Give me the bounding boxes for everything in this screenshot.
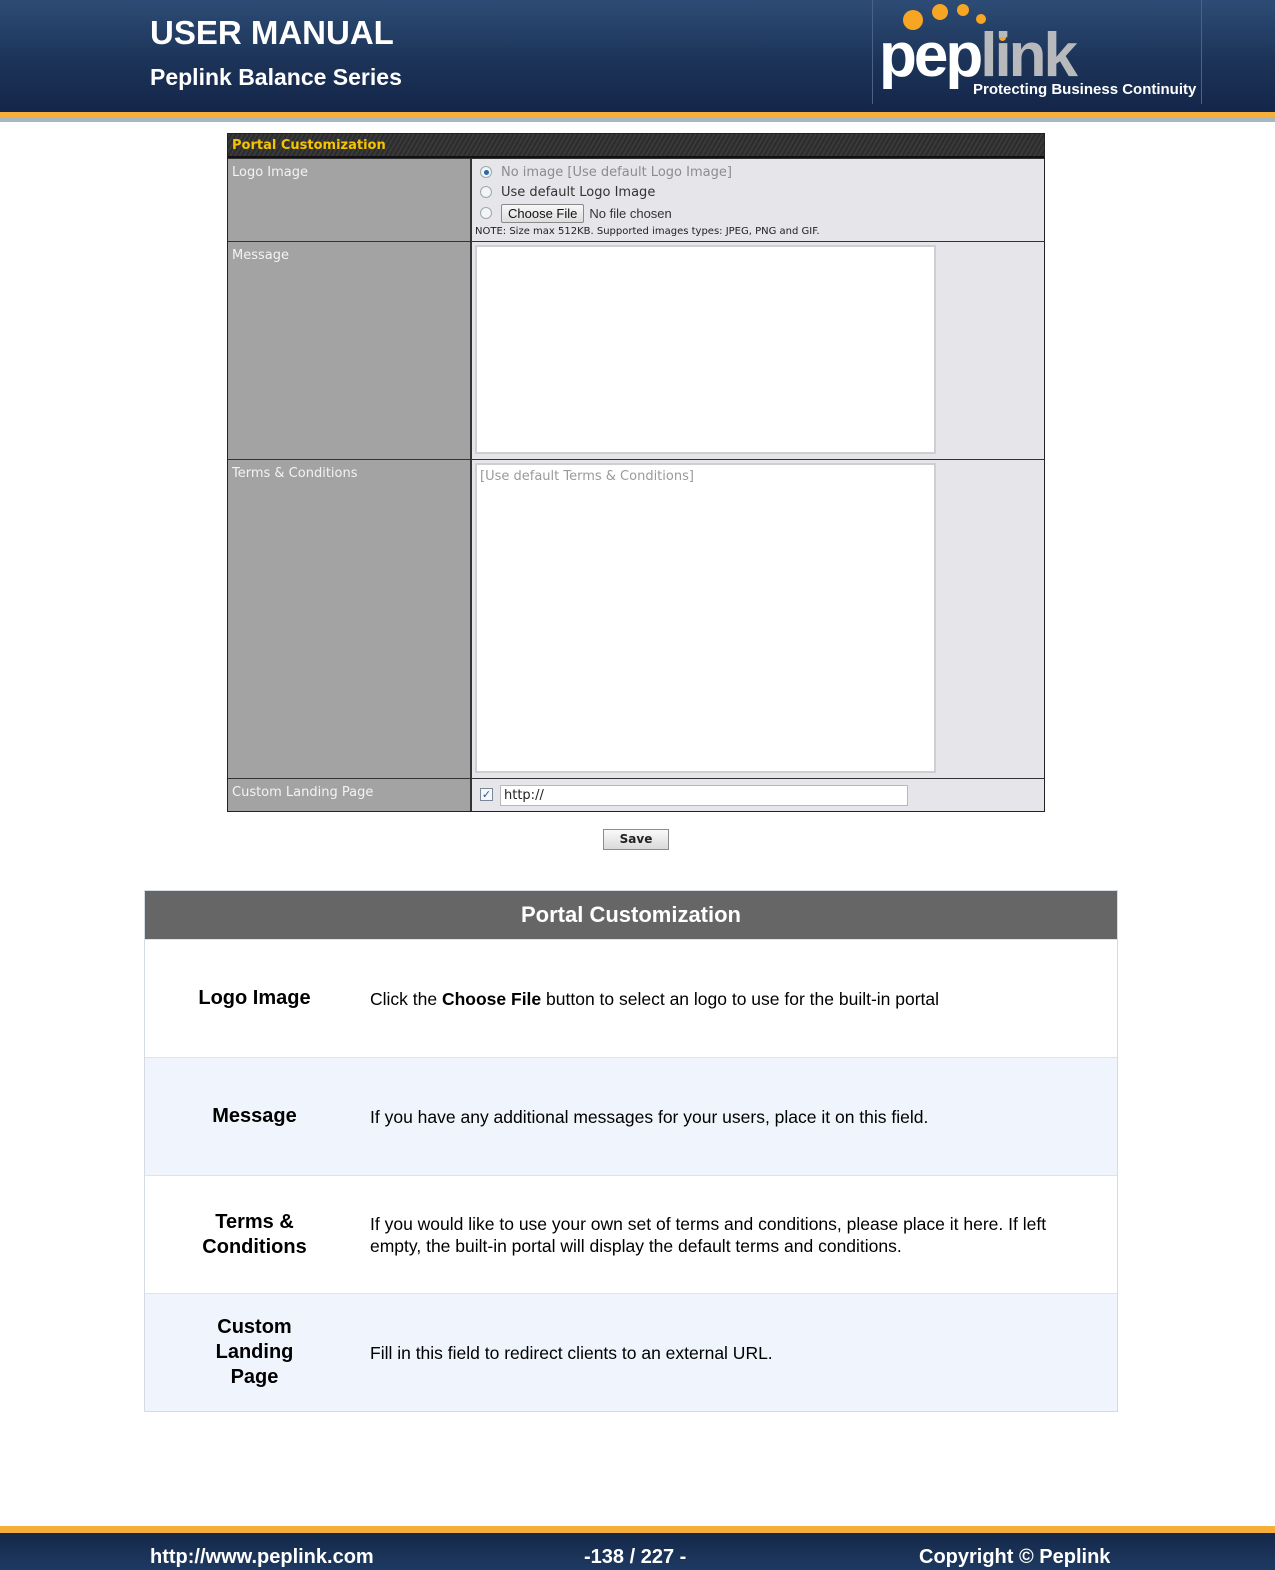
page-footer: http://www.peplink.com -138 / 227 - Copy… <box>0 1533 1275 1570</box>
landing-cell: ✓ http:// <box>472 779 1044 811</box>
radio-button-icon[interactable] <box>480 166 492 178</box>
portal-customization-panel: Portal Customization Logo Image No image… <box>227 133 1045 812</box>
footer-url[interactable]: http://www.peplink.com <box>150 1546 374 1569</box>
logo-image-options: No image [Use default Logo Image] Use de… <box>472 159 1044 241</box>
row-name-line: Terms & <box>215 1210 294 1233</box>
logo-image-label: Logo Image <box>228 159 472 241</box>
upload-note: NOTE: Size max 512KB. Supported images t… <box>475 226 820 237</box>
radio-upload-logo[interactable]: Choose File No file chosen <box>472 202 1044 224</box>
row-description: If you would like to use your own set of… <box>370 1213 1047 1256</box>
radio-button-icon[interactable] <box>480 186 492 198</box>
terms-cell: [Use default Terms & Conditions] <box>472 460 1044 778</box>
table-row: Logo Image Click the Choose File button … <box>145 939 1117 1057</box>
row-name: Custom Landing Page <box>145 1315 364 1390</box>
landing-row: Custom Landing Page ✓ http:// <box>228 778 1044 811</box>
message-textarea[interactable] <box>475 245 936 454</box>
radio-label: Use default Logo Image <box>501 184 656 200</box>
radio-default-logo[interactable]: Use default Logo Image <box>472 182 1044 202</box>
footer-copyright: Copyright © Peplink <box>919 1546 1111 1568</box>
header-divider-gray <box>0 118 1275 122</box>
text-segment: Click the <box>370 988 442 1009</box>
save-button[interactable]: Save <box>603 829 669 850</box>
row-name-line: Custom <box>217 1316 292 1338</box>
choose-file-button[interactable]: Choose File <box>501 203 585 223</box>
radio-label: No image [Use default Logo Image] <box>501 164 732 180</box>
logo-link-text: link <box>980 21 1078 90</box>
table-row: Custom Landing Page Fill in this field to … <box>145 1293 1117 1411</box>
manual-subtitle: Peplink Balance Series <box>150 64 402 90</box>
message-label: Message <box>228 242 472 459</box>
text-bold-segment: Choose File <box>441 988 542 1009</box>
message-row: Message <box>228 241 1044 459</box>
row-description: If you have any additional messages for … <box>370 1106 929 1127</box>
row-name: Message <box>212 1105 297 1127</box>
logo-pep-text: pep <box>879 21 983 90</box>
radio-no-image[interactable]: No image [Use default Logo Image] <box>472 162 1044 182</box>
logo-image-row: Logo Image No image [Use default Logo Im… <box>228 158 1044 241</box>
footer-divider-orange <box>0 1526 1275 1533</box>
description-table-title: Portal Customization <box>145 891 1117 939</box>
logo-dot-icon <box>957 4 969 16</box>
table-row: Message If you have any additional messa… <box>145 1057 1117 1175</box>
panel-title: Portal Customization <box>228 134 1044 158</box>
manual-title: USER MANUAL <box>150 14 394 51</box>
description-table: Portal Customization Logo Image Click th… <box>144 890 1118 1412</box>
row-name: Terms & Conditions <box>145 1210 364 1260</box>
message-cell <box>472 242 1044 459</box>
logo-tagline: Protecting Business Continuity <box>973 81 1197 98</box>
row-description: Click the Choose File button to select a… <box>364 988 1117 1010</box>
table-row: Terms & Conditions If you would like to u… <box>145 1175 1117 1293</box>
page-number: -138 / 227 - <box>584 1546 687 1568</box>
terms-row: Terms & Conditions [Use default Terms & … <box>228 459 1044 778</box>
peplink-logo: peplink Protecting Business Continuity <box>872 0 1202 104</box>
page-header: USER MANUAL Peplink Balance Series pepli… <box>0 0 1275 112</box>
terms-textarea[interactable]: [Use default Terms & Conditions] <box>475 463 936 773</box>
file-status: No file chosen <box>589 205 672 221</box>
logo-dot-icon <box>932 4 948 20</box>
row-name-line: Conditions <box>202 1235 307 1258</box>
row-description: Fill in this field to redirect clients t… <box>370 1342 773 1363</box>
row-name-line: Page <box>230 1366 279 1388</box>
text-segment: button to select an logo to use for the … <box>541 988 940 1009</box>
radio-button-icon[interactable] <box>480 207 492 219</box>
landing-checkbox[interactable]: ✓ <box>480 788 493 801</box>
landing-url-input[interactable]: http:// <box>500 785 908 806</box>
row-name-line: Landing <box>215 1341 294 1363</box>
landing-label: Custom Landing Page <box>228 779 472 811</box>
row-name: Logo Image <box>198 987 311 1009</box>
terms-label: Terms & Conditions <box>228 460 472 778</box>
